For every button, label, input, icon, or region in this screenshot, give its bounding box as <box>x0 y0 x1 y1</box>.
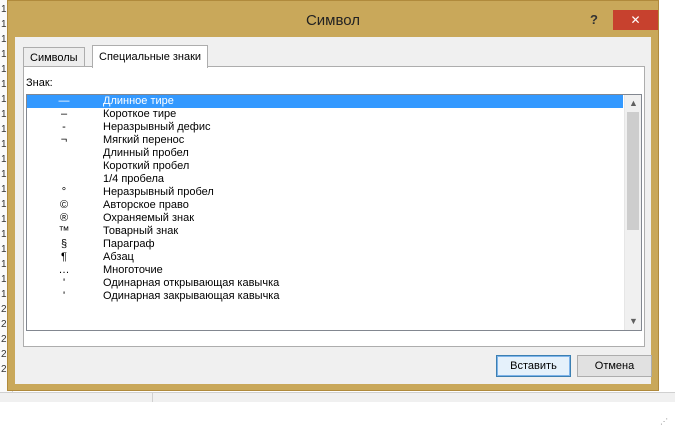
row-number: 1 <box>1 79 7 90</box>
character-name: Авторское право <box>103 199 189 211</box>
scroll-thumb[interactable] <box>627 112 639 230</box>
tab-symbols[interactable]: Символы <box>23 47 85 67</box>
row-number: 2 <box>1 319 7 330</box>
close-icon: ✕ <box>630 13 641 27</box>
character-name: Неразрывный пробел <box>103 186 214 198</box>
character-symbol: — <box>58 95 70 107</box>
row-number: 1 <box>1 4 7 15</box>
character-name: Длинный пробел <box>103 147 189 159</box>
special-characters-panel: Знак: — Длинное тире – Короткое тире - Неразр… <box>23 66 645 347</box>
character-name: Параграф <box>103 238 155 250</box>
character-symbol: ' <box>62 290 66 302</box>
title-bar[interactable]: Символ ? ✕ <box>8 1 658 37</box>
row-number: 1 <box>1 169 7 180</box>
character-name: Охраняемый знак <box>103 212 195 224</box>
list-item[interactable]: Короткий пробел <box>27 160 623 173</box>
row-number: 1 <box>1 244 7 255</box>
list-item[interactable]: ¶ Абзац <box>27 251 623 264</box>
list-item[interactable]: § Параграф <box>27 238 623 251</box>
character-symbol: © <box>59 199 69 211</box>
list-item[interactable]: ® Охраняемый знак <box>27 212 623 225</box>
symbol-dialog: Символ ? ✕ Символы Специальные знаки Зна… <box>7 0 668 426</box>
list-item[interactable]: ' Одинарная открывающая кавычка <box>27 277 623 290</box>
scroll-down-icon[interactable]: ▼ <box>625 313 641 330</box>
character-symbol: ™ <box>58 225 70 237</box>
character-symbol: ® <box>59 212 69 224</box>
row-number: 1 <box>1 184 7 195</box>
row-number: 1 <box>1 199 7 210</box>
row-number: 1 <box>1 19 7 30</box>
character-name: Абзац <box>103 251 134 263</box>
row-number: 2 <box>1 349 7 360</box>
row-number: 1 <box>1 274 7 285</box>
insert-button[interactable]: Вставить <box>496 355 571 377</box>
character-symbol: ¬ <box>60 134 68 146</box>
character-name: Одинарная открывающая кавычка <box>103 277 280 289</box>
list-item[interactable]: … Многоточие <box>27 264 623 277</box>
list-item[interactable]: 1/4 пробела <box>27 173 623 186</box>
row-number: 1 <box>1 34 7 45</box>
list-item[interactable]: - Неразрывный дефис <box>27 121 623 134</box>
list-item[interactable]: ™ Товарный знак <box>27 225 623 238</box>
row-number: 2 <box>1 334 7 345</box>
character-name: Мягкий перенос <box>103 134 185 146</box>
character-symbol: - <box>62 121 66 133</box>
list-scrollbar[interactable]: ▲ ▼ <box>624 95 641 330</box>
character-symbol: … <box>58 264 70 276</box>
row-number: 1 <box>1 64 7 75</box>
dialog-body: Символы Специальные знаки Знак: — Длинное… <box>15 37 668 426</box>
character-name: Многоточие <box>103 264 163 276</box>
character-name: Неразрывный дефис <box>103 121 211 133</box>
scroll-up-icon[interactable]: ▲ <box>625 95 641 112</box>
row-number: 2 <box>1 304 7 315</box>
row-number: 1 <box>1 139 7 150</box>
character-symbol: ' <box>62 277 66 289</box>
list-item[interactable]: — Длинное тире <box>27 95 623 108</box>
row-number: 2 <box>1 364 7 375</box>
row-number: 1 <box>1 154 7 165</box>
character-name: Короткое тире <box>103 108 177 120</box>
special-characters-list[interactable]: — Длинное тире – Короткое тире - Неразрывный … <box>26 94 642 331</box>
list-item[interactable]: ¬ Мягкий перенос <box>27 134 623 147</box>
character-symbol: – <box>60 108 68 120</box>
list-item[interactable]: © Авторское право <box>27 199 623 212</box>
character-symbol: ° <box>61 186 67 198</box>
list-items: — Длинное тире – Короткое тире - Неразрывный … <box>27 95 623 330</box>
cancel-button[interactable]: Отмена <box>577 355 652 377</box>
character-name: Длинное тире <box>103 95 174 107</box>
row-number: 1 <box>1 289 7 300</box>
character-symbol: § <box>60 238 68 250</box>
row-number: 1 <box>1 49 7 60</box>
dialog-title: Символ <box>305 12 361 29</box>
character-name: Одинарная закрывающая кавычка <box>103 290 280 302</box>
list-item[interactable]: – Короткое тире <box>27 108 623 121</box>
close-button[interactable]: ✕ <box>613 10 658 30</box>
character-label: Знак: <box>26 77 53 89</box>
help-button[interactable]: ? <box>586 12 602 28</box>
list-item[interactable]: ' Одинарная закрывающая кавычка <box>27 290 623 303</box>
row-number: 1 <box>1 94 7 105</box>
row-number: 1 <box>1 229 7 240</box>
list-item[interactable]: ° Неразрывный пробел <box>27 186 623 199</box>
row-number: 1 <box>1 259 7 270</box>
character-symbol: ¶ <box>61 251 67 263</box>
row-number: 1 <box>1 109 7 120</box>
row-number: 1 <box>1 214 7 225</box>
resize-grip-icon[interactable]: ⋰ <box>660 418 668 426</box>
tab-special-characters[interactable]: Специальные знаки <box>92 45 209 68</box>
list-item[interactable]: Длинный пробел <box>27 147 623 160</box>
row-number: 1 <box>1 124 7 135</box>
character-name: Короткий пробел <box>103 160 190 172</box>
character-name: Товарный знак <box>103 225 179 237</box>
character-name: 1/4 пробела <box>103 173 165 185</box>
